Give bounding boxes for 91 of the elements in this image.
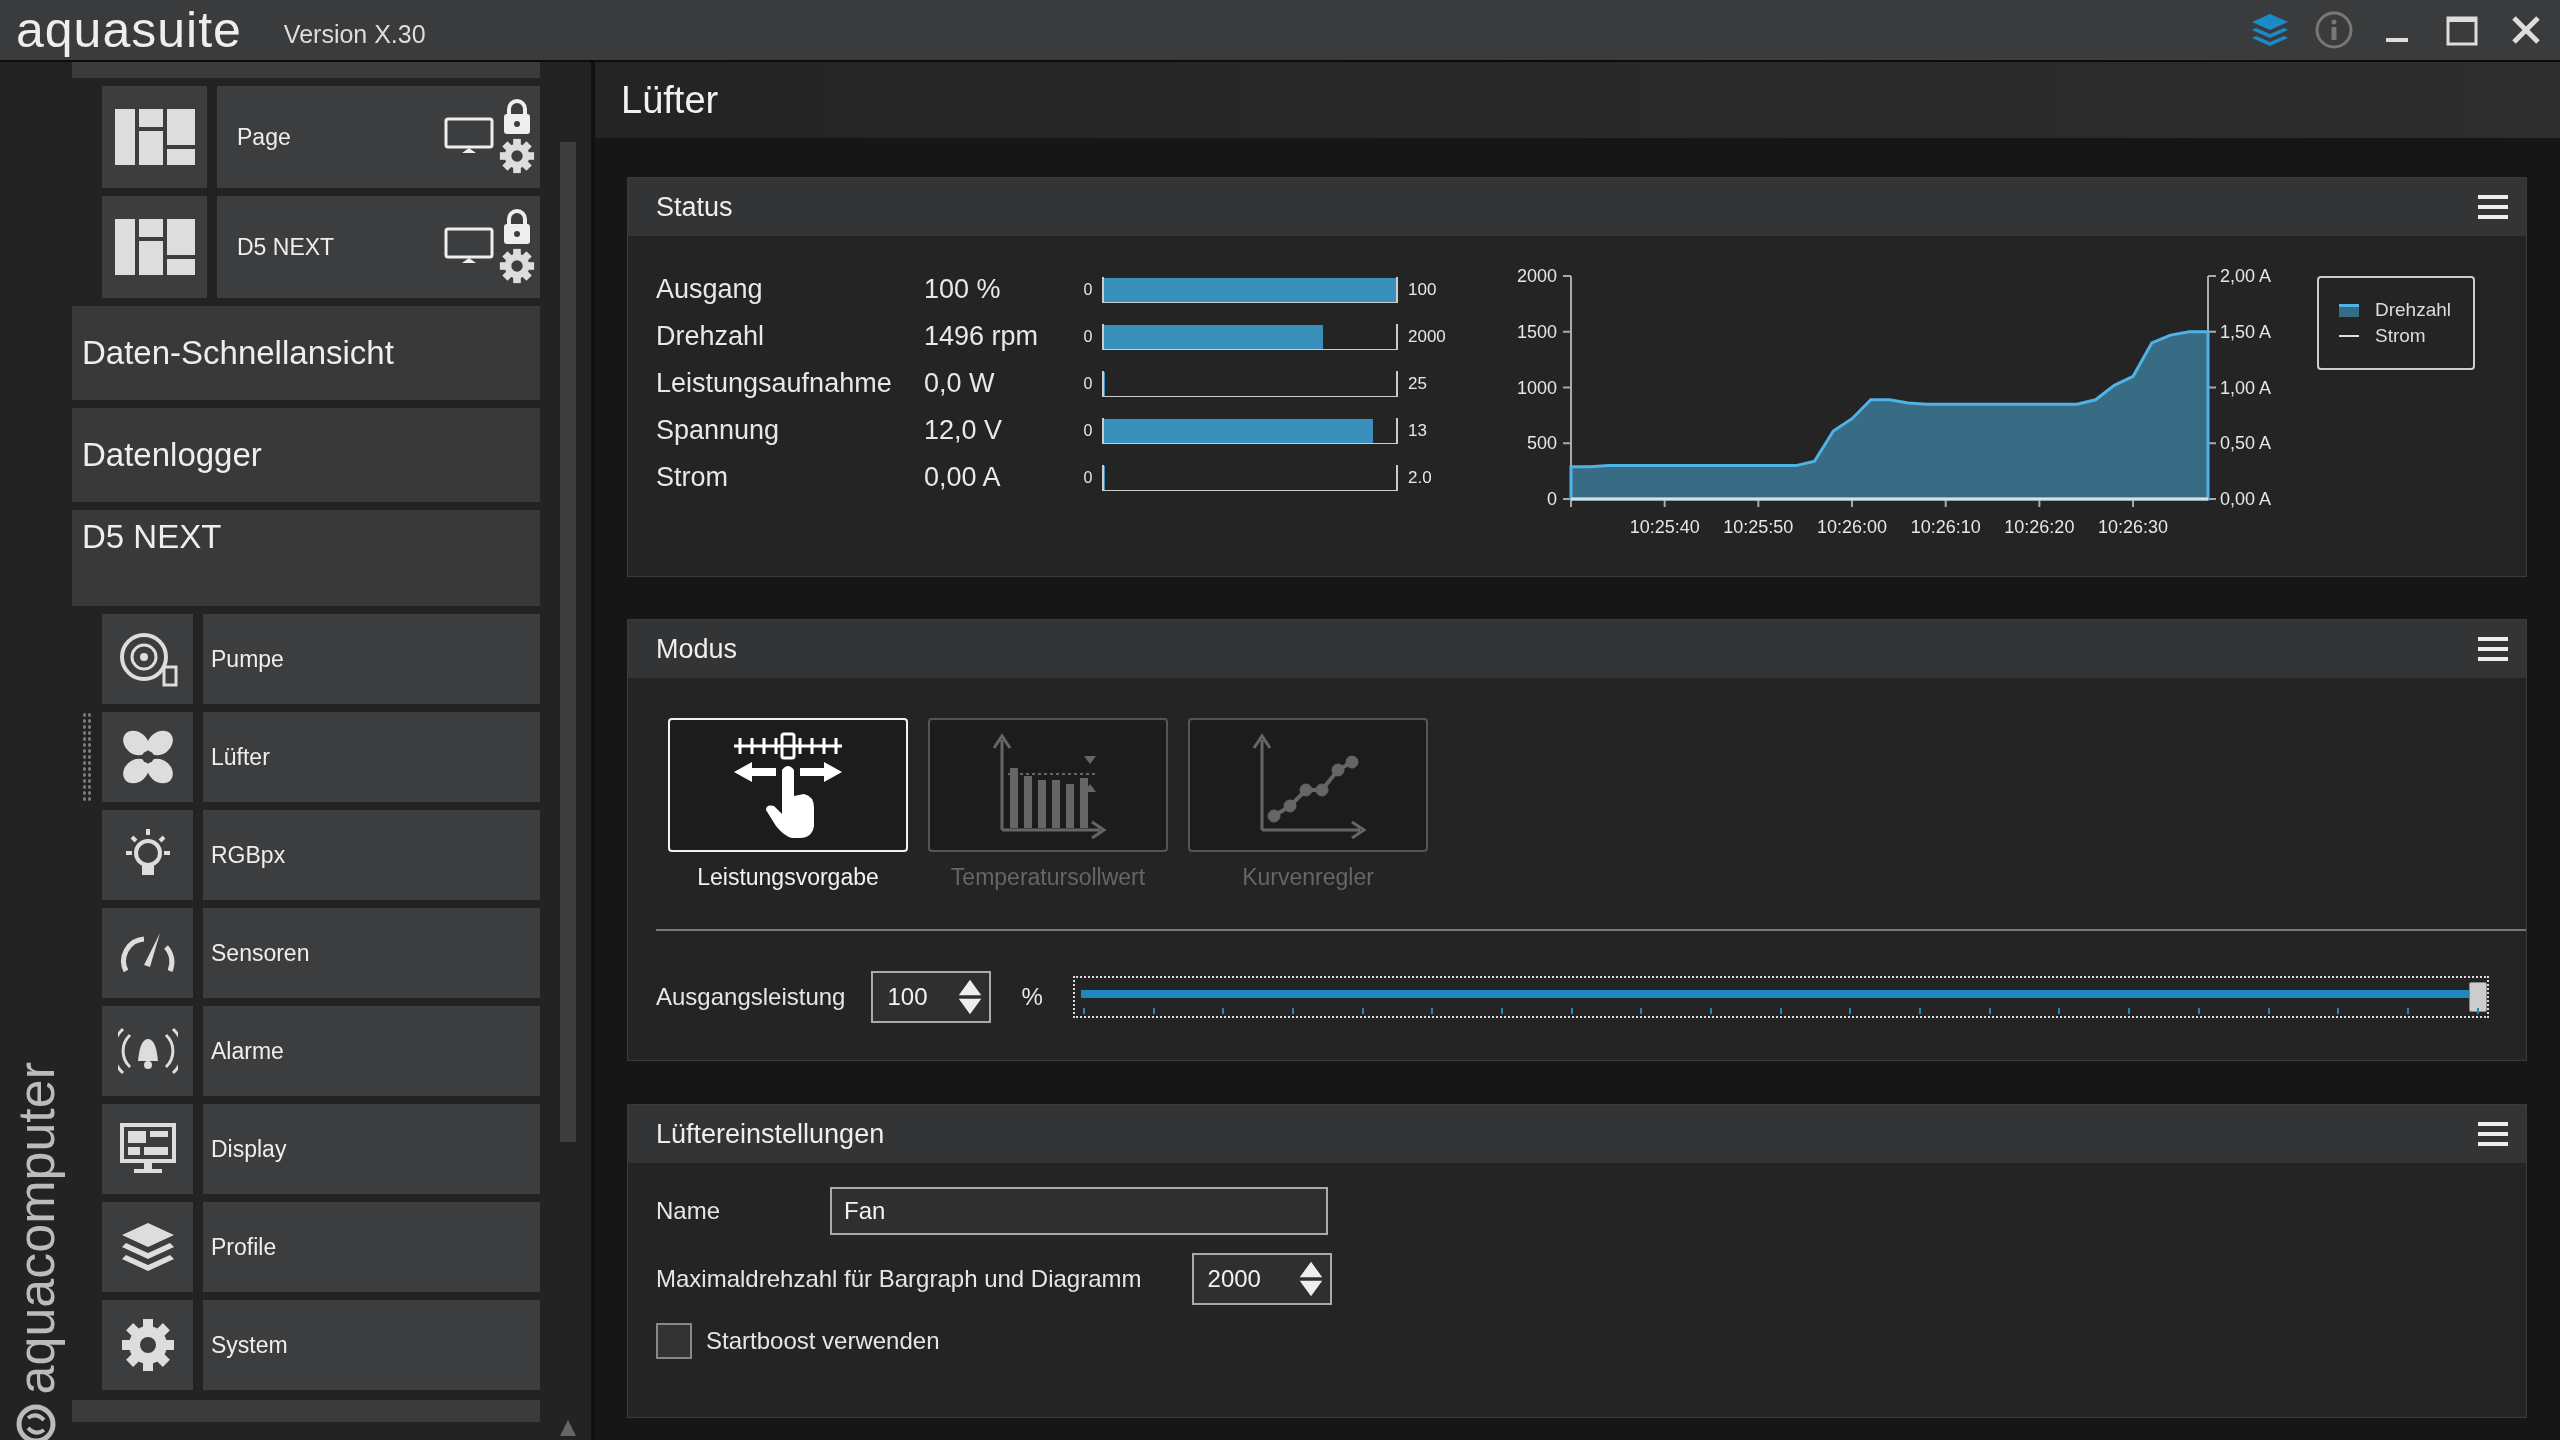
axis-tick-label: 10:25:50 <box>1723 517 1794 537</box>
nav-item[interactable]: Lüfter <box>203 712 540 802</box>
brand-text: aquacomputer <box>6 1061 66 1394</box>
legend-label: Drehzahl <box>2375 299 2452 321</box>
nav-item[interactable]: RGBpx <box>203 810 540 900</box>
metric-label: Leistungsaufnahme <box>656 368 893 399</box>
output-label: Ausgangsleistung <box>656 983 846 1011</box>
page-item[interactable]: Page <box>237 123 291 151</box>
lock-icon[interactable] <box>501 99 533 135</box>
scroll-up-arrow-icon[interactable] <box>558 1418 578 1438</box>
menu-icon[interactable] <box>2478 1121 2508 1147</box>
axis-tick-label: 1000 <box>1516 377 1557 398</box>
layout-icon <box>114 219 195 275</box>
max-rpm-spinbox[interactable]: 2000 <box>1191 1253 1332 1305</box>
page-tile[interactable] <box>102 196 207 298</box>
slider-thumb[interactable] <box>2468 982 2487 1012</box>
bar-max-label: 2.0 <box>1408 467 1432 488</box>
axis-tick-label: 500 <box>1526 433 1557 454</box>
bar-max-label: 25 <box>1408 373 1427 394</box>
nav-item[interactable]: Profile <box>203 1202 540 1292</box>
bar-min-label: 0 <box>1082 280 1094 299</box>
metric-label: Strom <box>656 462 729 493</box>
nav-item[interactable]: Pumpe <box>203 614 540 704</box>
panel-title: Modus <box>656 633 738 665</box>
metric-label: Ausgang <box>656 274 764 305</box>
spin-arrows-icon[interactable] <box>1297 1259 1324 1299</box>
nav-item[interactable]: Display <box>203 1104 540 1194</box>
panel-title: Status <box>656 191 733 223</box>
metric-value: 1496 rpm <box>924 321 1040 352</box>
page-title: Lüfter <box>621 78 719 122</box>
brand-logo-icon <box>16 1404 56 1440</box>
section-item[interactable]: Datenlogger <box>72 408 540 502</box>
bar-min-label: 0 <box>1082 327 1094 346</box>
metric-value: 100 % <box>924 274 1002 305</box>
checkbox-label: Startboost verwenden <box>706 1327 940 1355</box>
axis-tick-label: 10:26:10 <box>1910 517 1981 537</box>
axis-tick-label: 0 <box>1547 489 1557 509</box>
legend-label: Strom <box>2375 325 2426 347</box>
nav-item[interactable]: Sensoren <box>203 908 540 998</box>
bar-max-label: 2000 <box>1408 326 1446 347</box>
output-spinbox[interactable]: 100 <box>871 971 992 1023</box>
page-tile[interactable] <box>102 86 207 188</box>
metric-value: 0,00 A <box>924 462 1002 493</box>
mode-label: Temperatursollwert <box>950 864 1146 891</box>
mode-label: Kurvenregler <box>1242 864 1374 891</box>
axis-tick-label: 2,00 A <box>2220 266 2272 286</box>
metric-value: 12,0 V <box>924 415 1004 446</box>
unit-label: % <box>1021 983 1043 1011</box>
axis-tick-label: 10:26:20 <box>2004 517 2075 537</box>
axis-tick-label: 1,50 A <box>2220 321 2272 342</box>
output-slider[interactable] <box>1072 976 2489 1018</box>
axis-tick-label: 0,00 A <box>2220 489 2272 509</box>
section-item[interactable]: Daten-Schnellansicht <box>72 306 540 400</box>
bar-min-label: 0 <box>1082 374 1094 393</box>
nav-item[interactable]: System <box>203 1300 540 1390</box>
metric-label: Drehzahl <box>656 321 766 352</box>
metric-label: Spannung <box>656 415 781 446</box>
device-item[interactable]: D5 NEXT <box>72 510 540 606</box>
checkbox[interactable] <box>656 1323 692 1359</box>
version-label: Version X.30 <box>283 19 426 49</box>
axis-tick-label: 10:26:30 <box>2098 517 2169 537</box>
gear-icon[interactable] <box>498 137 536 175</box>
spin-arrows-icon[interactable] <box>957 977 984 1017</box>
info-icon[interactable] <box>2314 10 2354 50</box>
legend-swatch <box>2339 303 2359 317</box>
bar-min-label: 0 <box>1082 421 1094 440</box>
axis-tick-label: 10:26:00 <box>1817 517 1888 537</box>
axis-tick-label: 1500 <box>1516 321 1557 342</box>
metric-value: 0,0 W <box>924 368 996 399</box>
menu-icon[interactable] <box>2478 194 2508 220</box>
bar-max-label: 100 <box>1408 279 1437 300</box>
nav-item[interactable]: Alarme <box>203 1006 540 1096</box>
layout-icon <box>114 109 195 165</box>
bar-max-label: 13 <box>1408 420 1427 441</box>
gear-icon[interactable] <box>498 247 536 285</box>
app-logo: aquasuite <box>16 1 242 59</box>
field-label: Maximaldrehzahl für Bargraph und Diagramm <box>656 1265 1142 1293</box>
axis-tick-label: 0,50 A <box>2220 433 2272 454</box>
page-item[interactable]: D5 NEXT <box>237 233 335 261</box>
axis-tick-label: 10:25:40 <box>1629 517 1700 537</box>
field-label: Name <box>656 1197 722 1225</box>
lock-icon[interactable] <box>501 209 533 245</box>
legend-line <box>2339 335 2359 337</box>
bar-min-label: 0 <box>1082 468 1094 487</box>
name-field[interactable]: Fan <box>830 1187 1328 1235</box>
panel-title: Lüftereinstellungen <box>656 1118 885 1150</box>
axis-tick-label: 1,00 A <box>2220 377 2272 398</box>
axis-tick-label: 2000 <box>1516 266 1557 286</box>
scrollbar-thumb[interactable] <box>560 142 576 1142</box>
mode-label: Leistungsvorgabe <box>697 864 879 891</box>
menu-icon[interactable] <box>2478 636 2508 662</box>
